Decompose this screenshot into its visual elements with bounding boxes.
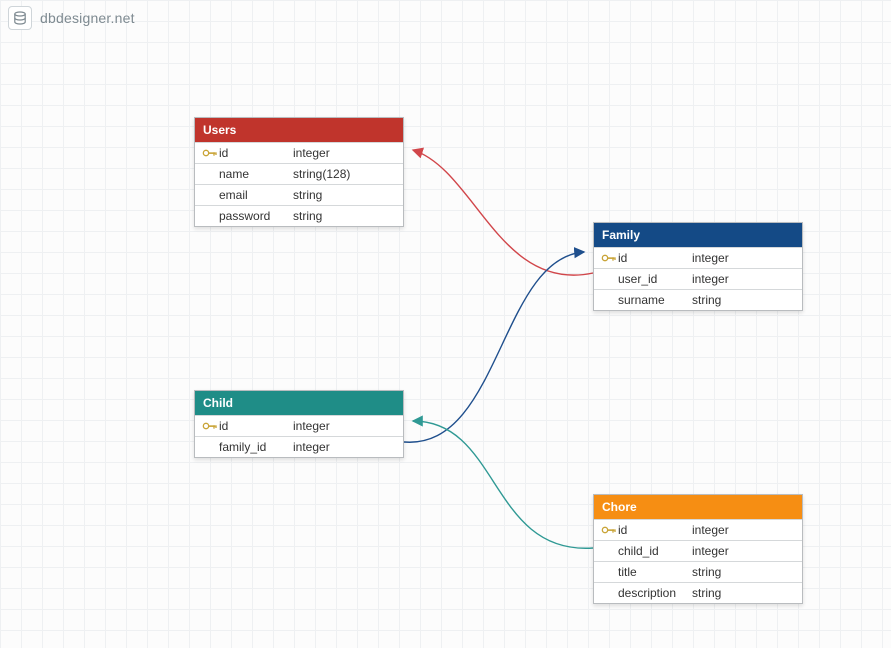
field-name: id (219, 146, 293, 160)
field-row-users-email[interactable]: emailstring (195, 184, 403, 205)
field-row-family-id[interactable]: idinteger (594, 247, 802, 268)
table-family[interactable]: Family idintegeruser_idintegersurnamestr… (593, 222, 803, 311)
field-name: email (219, 188, 293, 202)
field-type: integer (293, 419, 397, 433)
field-name: title (618, 565, 692, 579)
field-name: family_id (219, 440, 293, 454)
field-row-users-password[interactable]: passwordstring (195, 205, 403, 226)
field-row-chore-title[interactable]: titlestring (594, 561, 802, 582)
field-name: password (219, 209, 293, 223)
table-title-family[interactable]: Family (594, 223, 802, 247)
table-title-chore[interactable]: Chore (594, 495, 802, 519)
primary-key-icon (600, 523, 618, 537)
field-row-family-surname[interactable]: surnamestring (594, 289, 802, 310)
field-type: integer (293, 146, 397, 160)
field-type: integer (692, 251, 796, 265)
table-title-child[interactable]: Child (195, 391, 403, 415)
field-name: user_id (618, 272, 692, 286)
primary-key-icon (600, 251, 618, 265)
field-row-chore-id[interactable]: idinteger (594, 519, 802, 540)
field-name: id (618, 523, 692, 537)
field-type: integer (293, 440, 397, 454)
table-title-users[interactable]: Users (195, 118, 403, 142)
field-name: child_id (618, 544, 692, 558)
primary-key-icon (201, 419, 219, 433)
field-name: description (618, 586, 692, 600)
field-type: string(128) (293, 167, 397, 181)
field-type: integer (692, 523, 796, 537)
field-name: name (219, 167, 293, 181)
field-row-users-id[interactable]: idinteger (195, 142, 403, 163)
field-name: surname (618, 293, 692, 307)
field-type: string (293, 209, 397, 223)
field-type: string (692, 293, 796, 307)
field-name: id (219, 419, 293, 433)
field-row-family-user_id[interactable]: user_idinteger (594, 268, 802, 289)
field-type: integer (692, 272, 796, 286)
table-child[interactable]: Child idintegerfamily_idinteger (194, 390, 404, 458)
field-name: id (618, 251, 692, 265)
field-type: integer (692, 544, 796, 558)
field-row-child-family_id[interactable]: family_idinteger (195, 436, 403, 457)
app-header: dbdesigner.net (8, 6, 135, 30)
field-type: string (293, 188, 397, 202)
field-type: string (692, 586, 796, 600)
field-row-chore-description[interactable]: descriptionstring (594, 582, 802, 603)
database-logo-icon (8, 6, 32, 30)
field-type: string (692, 565, 796, 579)
table-chore[interactable]: Chore idintegerchild_idintegertitlestrin… (593, 494, 803, 604)
primary-key-icon (201, 146, 219, 160)
field-row-child-id[interactable]: idinteger (195, 415, 403, 436)
table-users[interactable]: Users idintegernamestring(128)emailstrin… (194, 117, 404, 227)
field-row-users-name[interactable]: namestring(128) (195, 163, 403, 184)
field-row-chore-child_id[interactable]: child_idinteger (594, 540, 802, 561)
brand-text: dbdesigner.net (40, 10, 135, 26)
er-canvas[interactable]: Users idintegernamestring(128)emailstrin… (0, 0, 891, 648)
